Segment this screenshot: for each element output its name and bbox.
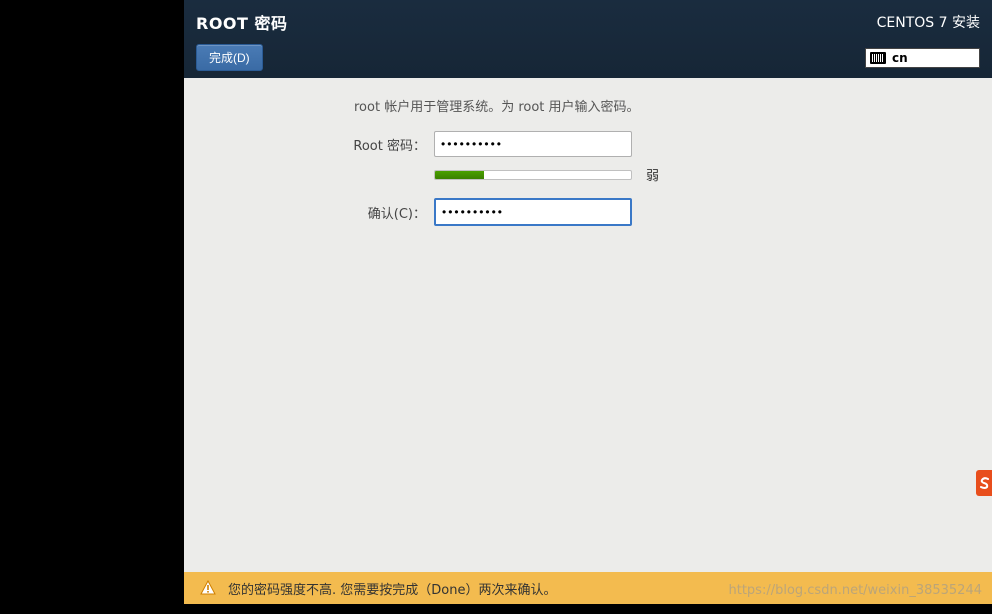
header-bar: ROOT 密码 CENTOS 7 安装 完成(D) cn — [184, 0, 992, 78]
password-strength-bar — [434, 170, 632, 180]
strength-fill — [435, 171, 484, 179]
keyboard-icon — [870, 52, 886, 64]
confirm-password-input[interactable] — [434, 198, 632, 226]
content-area: root 帐户用于管理系统。为 root 用户输入密码。 Root 密码： 弱 … — [184, 78, 992, 614]
bottom-edge — [184, 604, 992, 614]
branding-label: CENTOS 7 安装 — [877, 10, 980, 32]
confirm-row: 确认(C)： — [348, 198, 828, 226]
password-form: root 帐户用于管理系统。为 root 用户输入密码。 Root 密码： 弱 … — [348, 96, 828, 226]
strength-row: 弱 — [348, 165, 828, 184]
root-password-input[interactable] — [434, 131, 632, 157]
description-text: root 帐户用于管理系统。为 root 用户输入密码。 — [348, 96, 828, 115]
confirm-label: 确认(C)： — [348, 203, 426, 222]
ime-badge[interactable] — [976, 470, 992, 496]
password-label: Root 密码： — [348, 135, 426, 154]
strength-label: 弱 — [646, 165, 659, 184]
keyboard-layout-label: cn — [892, 51, 908, 65]
warning-bar: 您的密码强度不高. 您需要按完成（Done）两次来确认。 — [184, 572, 992, 604]
warning-icon — [200, 580, 216, 596]
page-title: ROOT 密码 — [196, 10, 288, 34]
warning-message: 您的密码强度不高. 您需要按完成（Done）两次来确认。 — [228, 579, 556, 598]
header-top: ROOT 密码 CENTOS 7 安装 — [196, 10, 980, 34]
done-button[interactable]: 完成(D) — [196, 44, 263, 71]
installer-window: ROOT 密码 CENTOS 7 安装 完成(D) cn root 帐户用于管理… — [184, 0, 992, 614]
password-row: Root 密码： — [348, 131, 828, 157]
keyboard-layout-indicator[interactable]: cn — [865, 48, 980, 68]
